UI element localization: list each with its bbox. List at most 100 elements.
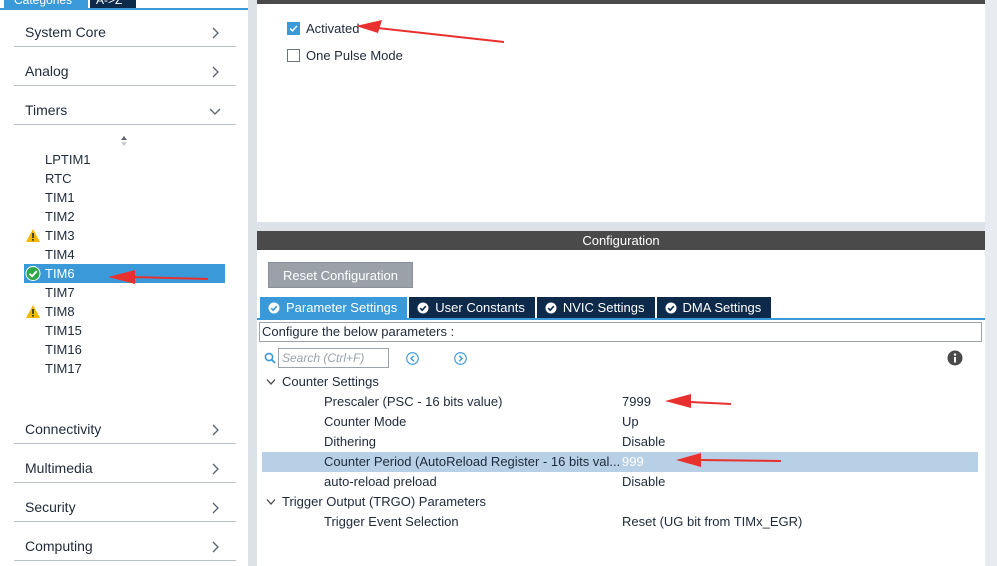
param-name: Dithering <box>324 434 377 449</box>
timer-label: TIM1 <box>45 190 75 205</box>
reset-configuration-button[interactable]: Reset Configuration <box>268 262 413 288</box>
tab-label: Parameter Settings <box>286 300 398 315</box>
category-label: System Core <box>25 24 106 40</box>
mode-panel: Activated One Pulse Mode <box>257 0 985 222</box>
timer-label: TIM4 <box>45 247 75 262</box>
timer-label: TIM6 <box>45 266 75 281</box>
previous-match-icon[interactable] <box>406 352 419 365</box>
info-icon[interactable] <box>947 350 963 366</box>
check-circle-icon <box>545 302 557 313</box>
param-counter-mode[interactable]: Counter Mode Up <box>262 412 978 432</box>
timer-label: RTC <box>45 171 72 186</box>
group-label: Trigger Output (TRGO) Parameters <box>282 494 486 509</box>
tab-label: NVIC Settings <box>562 300 645 315</box>
param-counter-period[interactable]: Counter Period (AutoReload Register - 16… <box>262 452 978 472</box>
timer-label: TIM7 <box>45 285 75 300</box>
chevron-right-icon <box>212 27 219 39</box>
category-label: Timers <box>25 102 68 118</box>
category-security[interactable]: Security <box>14 492 236 522</box>
search-input[interactable] <box>278 348 389 368</box>
timer-item-rtc[interactable]: RTC <box>24 169 225 188</box>
tab-parameter-settings[interactable]: Parameter Settings <box>260 297 408 318</box>
timer-item-tim7[interactable]: TIM7 <box>24 283 225 302</box>
param-value[interactable]: Disable <box>622 432 665 452</box>
warning-icon <box>26 229 40 242</box>
timer-item-tim4[interactable]: TIM4 <box>24 245 225 264</box>
category-label: Connectivity <box>25 421 102 437</box>
check-circle-icon <box>665 302 677 313</box>
category-connectivity[interactable]: Connectivity <box>14 414 236 444</box>
category-system-core[interactable]: System Core <box>14 17 236 47</box>
check-circle-icon <box>268 302 280 313</box>
chevron-down-icon <box>209 108 221 115</box>
right-margin <box>985 0 997 566</box>
activated-checkbox-row[interactable]: Activated <box>287 20 359 36</box>
category-label: Computing <box>25 538 93 554</box>
timer-item-tim1[interactable]: TIM1 <box>24 188 225 207</box>
activated-checkbox[interactable] <box>287 21 300 35</box>
param-name: Prescaler (PSC - 16 bits value) <box>324 394 503 409</box>
one-pulse-label: One Pulse Mode <box>306 47 403 63</box>
param-value[interactable]: Reset (UG bit from TIMx_EGR) <box>622 512 802 532</box>
timer-item-tim3[interactable]: TIM3 <box>24 226 225 245</box>
timer-item-tim2[interactable]: TIM2 <box>24 207 225 226</box>
timer-label: TIM2 <box>45 209 75 224</box>
tab-label: User Constants <box>435 300 525 315</box>
param-name: Counter Period (AutoReload Register - 16… <box>324 454 620 469</box>
chevron-down-icon <box>266 499 276 505</box>
category-multimedia[interactable]: Multimedia <box>14 453 236 483</box>
timer-label: TIM17 <box>45 361 82 376</box>
timer-item-tim8[interactable]: TIM8 <box>24 302 225 321</box>
chevron-down-icon <box>266 379 276 385</box>
param-value[interactable]: 999 <box>622 452 644 472</box>
timer-label: TIM8 <box>45 304 75 319</box>
tab-categories[interactable]: Categories <box>4 0 88 8</box>
category-analog[interactable]: Analog <box>14 56 236 86</box>
sort-icon[interactable] <box>118 134 130 148</box>
chevron-right-icon <box>212 66 219 78</box>
one-pulse-checkbox-row[interactable]: One Pulse Mode <box>287 47 403 63</box>
param-auto-reload-preload[interactable]: auto-reload preload Disable <box>262 472 978 492</box>
timer-item-tim6[interactable]: TIM6 <box>24 264 225 283</box>
configuration-header: Configuration <box>257 231 985 250</box>
group-counter-settings[interactable]: Counter Settings <box>265 372 379 392</box>
timer-label: TIM3 <box>45 228 75 243</box>
timer-item-tim16[interactable]: TIM16 <box>24 340 225 359</box>
timer-label: TIM15 <box>45 323 82 338</box>
panel-splitter[interactable] <box>248 0 257 566</box>
next-match-icon[interactable] <box>454 352 467 365</box>
tab-nvic-settings[interactable]: NVIC Settings <box>536 297 655 318</box>
param-name: auto-reload preload <box>324 474 437 489</box>
chevron-right-icon <box>212 502 219 514</box>
param-dithering[interactable]: Dithering Disable <box>262 432 978 452</box>
category-timers[interactable]: Timers <box>14 95 236 125</box>
check-circle-icon <box>417 302 429 313</box>
param-value[interactable]: Up <box>622 412 639 432</box>
param-name: Counter Mode <box>324 414 407 429</box>
category-label: Analog <box>25 63 69 79</box>
checkmark-icon <box>289 24 298 32</box>
param-value[interactable]: Disable <box>622 472 665 492</box>
chevron-right-icon <box>212 424 219 436</box>
param-name: Trigger Event Selection <box>324 514 459 529</box>
tab-underline <box>257 318 985 320</box>
chevron-right-icon <box>212 541 219 553</box>
configuration-panel: Configuration Reset Configuration Parame… <box>257 231 985 566</box>
category-computing[interactable]: Computing <box>14 531 236 561</box>
timer-item-lptim1[interactable]: LPTIM1 <box>24 150 225 169</box>
config-tabs: Parameter Settings User Constants NVIC S… <box>260 297 773 318</box>
timer-item-tim17[interactable]: TIM17 <box>24 359 225 378</box>
tab-user-constants[interactable]: User Constants <box>409 297 535 318</box>
category-sidebar: Categories A->Z System Core Analog Timer… <box>0 0 248 566</box>
panel-splitter-horizontal[interactable] <box>257 222 985 231</box>
tab-dma-settings[interactable]: DMA Settings <box>656 297 772 318</box>
timer-item-tim15[interactable]: TIM15 <box>24 321 225 340</box>
param-prescaler[interactable]: Prescaler (PSC - 16 bits value) 7999 <box>262 392 978 412</box>
search-icon <box>264 352 276 364</box>
tab-a-z[interactable]: A->Z <box>90 0 136 8</box>
one-pulse-checkbox[interactable] <box>287 48 300 62</box>
param-trigger-event-selection[interactable]: Trigger Event Selection Reset (UG bit fr… <box>262 512 978 532</box>
group-trigger-output[interactable]: Trigger Output (TRGO) Parameters <box>265 492 486 512</box>
param-value[interactable]: 7999 <box>622 392 651 412</box>
category-label: Multimedia <box>25 460 93 476</box>
